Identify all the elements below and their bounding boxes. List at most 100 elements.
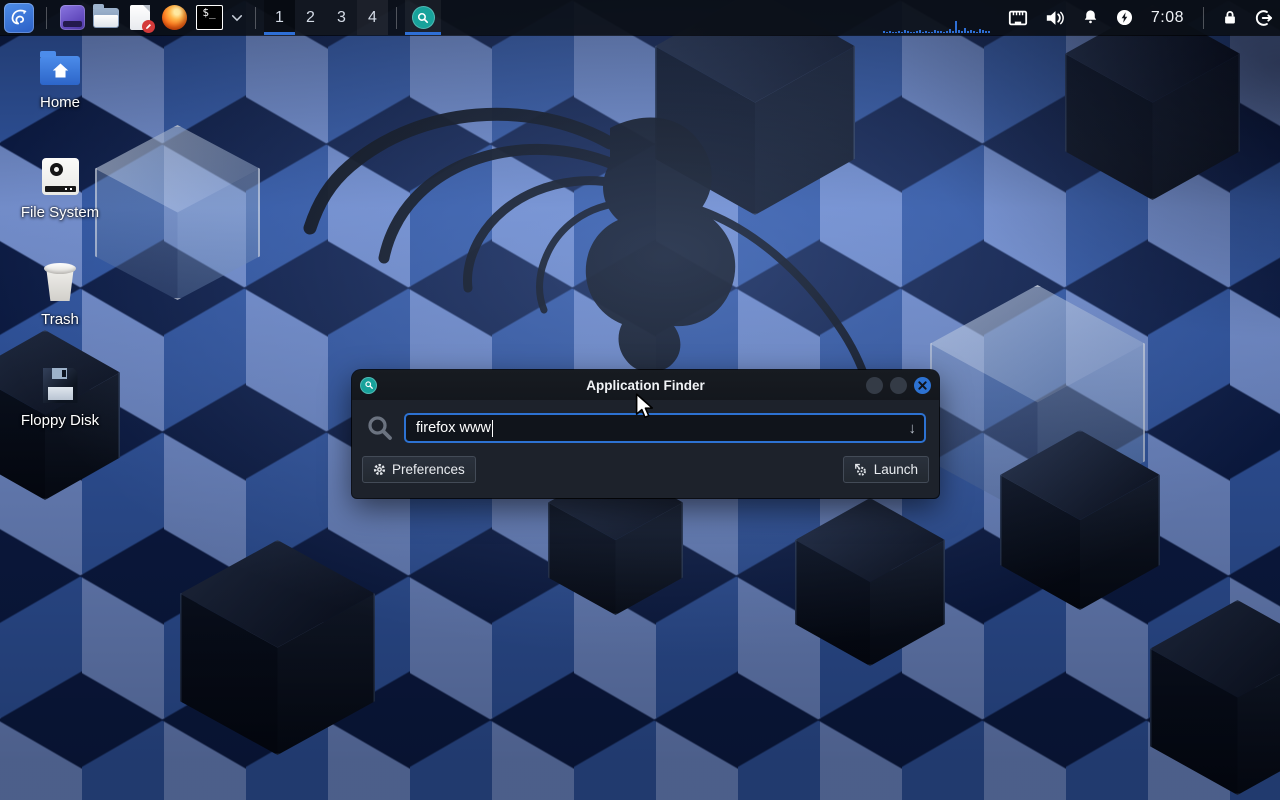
- cube-face: [930, 285, 1145, 520]
- cube-face: [1150, 600, 1280, 795]
- screen: { "colors": { "accent_blue": "#2d72d2", …: [0, 0, 1280, 800]
- launch-button[interactable]: Launch: [843, 456, 929, 483]
- cube-face: [930, 285, 1145, 520]
- close-button[interactable]: [914, 377, 931, 394]
- lock-screen-button[interactable]: [1221, 0, 1239, 35]
- panel-separator: [46, 7, 47, 29]
- pencil-badge-icon: [142, 20, 155, 33]
- workspace-number: 3: [337, 9, 346, 27]
- glass-cube: [1000, 430, 1160, 610]
- workspace-switcher: 1 2 3 4: [264, 0, 388, 35]
- workspace-number: 2: [306, 9, 315, 27]
- document-icon: [130, 5, 150, 30]
- home-folder-icon: [40, 56, 80, 85]
- cube-face: [180, 540, 375, 755]
- cube-face: [1000, 430, 1160, 610]
- maximize-button[interactable]: [890, 377, 907, 394]
- gear-icon: [373, 463, 386, 476]
- cube-face: [795, 498, 945, 666]
- glass-cube: [930, 285, 1145, 520]
- desktop-icon-label: Home: [40, 94, 80, 111]
- preferences-label: Preferences: [392, 462, 465, 477]
- workspace-4[interactable]: 4: [357, 0, 388, 35]
- app-finder-icon: [412, 6, 435, 29]
- firefox-launcher[interactable]: [157, 0, 191, 35]
- desktop-icon-label: File System: [21, 204, 99, 221]
- workspace-2[interactable]: 2: [295, 0, 326, 35]
- glass-cube: [795, 498, 945, 666]
- trash-bin-icon: [42, 262, 78, 302]
- applications-menu-button[interactable]: [0, 0, 38, 35]
- clock[interactable]: 7:08: [1151, 0, 1184, 35]
- close-icon: [918, 381, 927, 390]
- hard-drive-icon: [42, 158, 79, 195]
- top-panel: $_ 1 2 3 4: [0, 0, 1280, 35]
- window-title: Application Finder: [352, 378, 939, 393]
- status-tray: 7:08: [1007, 0, 1274, 35]
- cube-face: [1150, 600, 1280, 795]
- folder-icon: [93, 8, 119, 28]
- floppy-disk-icon: [43, 368, 78, 403]
- chevron-down-icon: [231, 14, 243, 22]
- desktop-icon-label: Trash: [41, 311, 79, 328]
- logout-icon: [1254, 8, 1274, 28]
- kali-dragon-wallpaper-art: [280, 88, 920, 388]
- cube-face: [95, 125, 260, 300]
- clock-time: 7:08: [1151, 9, 1184, 27]
- power-manager-tray-button[interactable]: [1115, 0, 1134, 35]
- bell-icon: [1081, 8, 1100, 27]
- desktop-icon-floppy[interactable]: Floppy Disk: [8, 368, 112, 429]
- window-icon: [360, 377, 377, 394]
- window-controls: [866, 377, 931, 394]
- text-editor-launcher[interactable]: [123, 0, 157, 35]
- logout-button[interactable]: [1254, 0, 1274, 35]
- cube-face: [1150, 600, 1280, 795]
- panel-separator: [255, 7, 256, 29]
- ethernet-icon: [1007, 8, 1029, 28]
- cube-face: [95, 125, 260, 300]
- cube-face: [795, 498, 945, 666]
- search-input[interactable]: firefox www ↓: [404, 413, 926, 443]
- terminal-dropdown-launcher[interactable]: $_: [191, 0, 227, 35]
- search-input-value: firefox www: [416, 420, 491, 436]
- glass-cube: [1150, 600, 1280, 795]
- launch-icon: [854, 463, 868, 477]
- dropdown-arrow-icon[interactable]: ↓: [909, 420, 917, 437]
- cube-face: [180, 540, 375, 755]
- workspace-1[interactable]: 1: [264, 0, 295, 35]
- desktop-icon-home[interactable]: Home: [8, 56, 112, 111]
- volume-tray-button[interactable]: [1044, 0, 1066, 35]
- notifications-tray-button[interactable]: [1081, 0, 1100, 35]
- workspace-number: 4: [368, 9, 377, 27]
- cube-face: [795, 498, 945, 666]
- firefox-icon: [162, 5, 187, 30]
- panel-separator: [1203, 7, 1204, 29]
- minimize-button[interactable]: [866, 377, 883, 394]
- glass-cube: [95, 125, 260, 300]
- cube-face: [95, 125, 260, 300]
- taskbar-application-finder[interactable]: [405, 0, 441, 35]
- terminal-launcher[interactable]: [55, 0, 89, 35]
- network-tray-button[interactable]: [1007, 0, 1029, 35]
- cube-face: [1000, 430, 1160, 610]
- file-manager-launcher[interactable]: [89, 0, 123, 35]
- speaker-icon: [1044, 8, 1066, 28]
- panel-separator: [396, 7, 397, 29]
- cube-face: [180, 540, 375, 755]
- desktop-icon-trash[interactable]: Trash: [8, 262, 112, 328]
- kali-dragon-icon: [4, 3, 34, 33]
- launch-label: Launch: [874, 462, 918, 477]
- launcher-dropdown-arrow[interactable]: [227, 0, 247, 35]
- search-icon: [365, 413, 395, 443]
- preferences-button[interactable]: Preferences: [362, 456, 476, 483]
- glass-cube: [180, 540, 375, 755]
- lock-icon: [1221, 8, 1239, 27]
- text-caret: [492, 420, 494, 437]
- cube-face: [930, 285, 1145, 520]
- desktop-icon-label: Floppy Disk: [21, 412, 99, 429]
- button-row: Preferences Launch: [352, 443, 939, 483]
- application-finder-window: Application Finder firefox www ↓ Prefere…: [352, 370, 939, 498]
- workspace-3[interactable]: 3: [326, 0, 357, 35]
- monitor-graph[interactable]: [883, 20, 1001, 33]
- desktop-icon-file-system[interactable]: File System: [8, 158, 112, 221]
